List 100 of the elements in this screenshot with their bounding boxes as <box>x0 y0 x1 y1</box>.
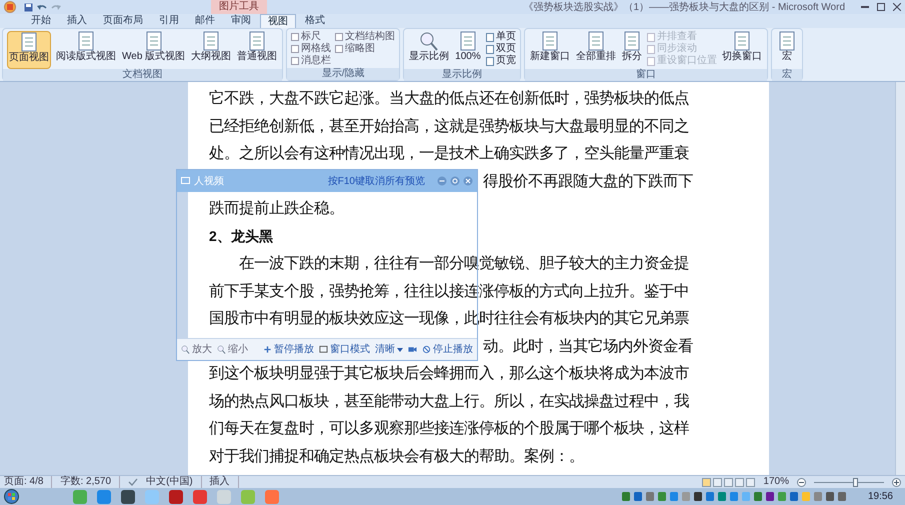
text-line: 得股价不再跟随大盘的下跌而下 <box>483 172 693 190</box>
text-line: 处。之所以会有这种情况出现，一是技术上确实跌多了，空头能量严重衰 <box>209 144 689 162</box>
group-label: 文档视图 <box>3 69 282 81</box>
toolbar-button[interactable]: 窗口模式 <box>319 342 370 357</box>
ribbon-tab[interactable]: 邮件 <box>188 14 222 28</box>
minimize-icon <box>437 176 447 186</box>
page-icon <box>540 31 560 51</box>
page-icon <box>732 31 752 51</box>
group-label: 显示比例 <box>404 69 520 81</box>
page-icon <box>586 31 606 51</box>
group-label: 显示/隐藏 <box>287 68 400 80</box>
screen-icon <box>181 177 190 185</box>
zoom-slider[interactable] <box>814 478 884 486</box>
stop-icon <box>422 345 431 354</box>
page-icon <box>622 31 642 51</box>
ribbon-button[interactable]: 大纲视图 <box>190 31 232 69</box>
ribbon-button[interactable]: 拆分 <box>620 31 643 69</box>
context-tab-label: 图片工具 <box>211 0 267 14</box>
checkbox-option[interactable]: 网格线 <box>291 43 332 55</box>
clock-time: 19:56 <box>868 490 893 504</box>
scrollbar[interactable] <box>895 82 905 475</box>
app-icon <box>145 490 159 504</box>
ribbon-button[interactable]: 新建窗口 <box>528 31 571 69</box>
text-line: 对于我们捕捉和确定热点板块会有极大的帮助。案例：。 <box>209 446 584 464</box>
ribbon-tab[interactable]: 视图 <box>260 14 296 28</box>
window-title: 《强势板块选股实战》（1）——强势板块与大盘的区别 - Microsoft Word <box>524 0 845 14</box>
toolbar-button[interactable]: 缩小 <box>217 342 248 357</box>
ribbon-button[interactable]: 显示比例 <box>408 31 450 69</box>
window-icon <box>319 345 328 354</box>
page-icon <box>776 31 797 51</box>
ribbon-button[interactable]: 阅读版式视图 <box>55 31 117 69</box>
close-icon <box>893 3 901 11</box>
ribbon-small-button[interactable]: 页宽 <box>486 55 516 67</box>
app-icon <box>193 490 207 504</box>
checkbox-option[interactable]: 标尺 <box>291 31 322 43</box>
magnifier-icon <box>181 345 190 354</box>
page-icon <box>247 31 268 51</box>
ribbon-button[interactable]: 普通视图 <box>236 31 278 69</box>
plus-icon <box>263 345 272 354</box>
toolbar-button[interactable]: 暂停播放 <box>263 342 314 357</box>
caret-icon <box>397 348 403 352</box>
ribbon-button[interactable]: 100% <box>454 31 482 69</box>
redo-icon <box>51 2 61 12</box>
app-icon <box>97 490 111 504</box>
restore-icon <box>877 3 885 11</box>
text-line: 已经拒绝创新低，甚至开始抬高，这就是强势板块与大盘最明显的不同之 <box>209 116 689 134</box>
group-label: 宏 <box>772 69 802 81</box>
text-line: 动。此时，当其它场内外资金看 <box>483 336 693 354</box>
ribbon-small-button[interactable]: 单页 <box>486 31 516 43</box>
text-line: 2、龙头黑 <box>209 228 273 244</box>
toolbar-button[interactable]: 放大 <box>181 342 212 357</box>
text-line: 们每天在复盘时，可以多观察那些接连涨停板的个股属于哪个板块，这样 <box>209 419 689 437</box>
text-line: 跌而提前止跌企稳。 <box>209 199 344 217</box>
checkbox-option[interactable]: 消息栏 <box>291 55 332 67</box>
ribbon-button[interactable]: 切换窗口 <box>720 31 763 69</box>
ribbon-tab[interactable]: 引用 <box>152 14 186 28</box>
checkbox-option[interactable]: 文档结构图 <box>335 31 396 43</box>
ribbon-tab[interactable]: 页面布局 <box>96 14 150 28</box>
page-icon <box>458 31 478 51</box>
toolbar-button[interactable]: 清晰 <box>375 342 403 357</box>
zoom-out-icon <box>797 478 806 486</box>
slider-thumb[interactable] <box>852 478 858 486</box>
office-logo-icon <box>4 1 16 13</box>
magnifier-icon <box>419 31 440 51</box>
app-icon <box>169 490 183 504</box>
ribbon-button[interactable]: 宏 <box>776 31 798 69</box>
toolbar-button[interactable]: 停止播放 <box>422 342 473 357</box>
zoom-level: 170% <box>763 476 789 488</box>
ribbon-tab[interactable]: 开始 <box>24 14 58 28</box>
page-icon <box>201 31 222 51</box>
text-line: 它不跌，大盘不跌它起涨。当大盘的低点还在创新低时，强势板块的低点 <box>209 89 689 107</box>
undo-icon <box>37 2 47 12</box>
app-icon <box>217 490 231 504</box>
ribbon-tab[interactable]: 审阅 <box>224 14 258 28</box>
ribbon-tab[interactable]: 格式 <box>298 14 332 28</box>
ribbon-button[interactable]: 全部重排 <box>574 31 617 69</box>
text-line: 到这个板块明显强于其它板块后会蜂拥而入，那么这个板块将成为本波市 <box>209 364 689 382</box>
page-icon <box>19 32 39 52</box>
save-icon <box>24 2 33 12</box>
app-icon <box>265 490 279 504</box>
proofing-check-icon <box>128 478 138 486</box>
magnifier-icon <box>217 345 226 354</box>
text-line: 国股市中有明显的板块效应这一现像，此时往往会有板块内的其它兄弟票 <box>209 309 689 327</box>
checkbox-option[interactable]: 缩略图 <box>335 43 376 55</box>
minimize-icon <box>861 6 869 8</box>
ribbon-button[interactable]: Web 版式视图 <box>121 31 186 69</box>
text-line: 在一波下跌的末期，往往有一部分嗅觉敏锐、胆子较大的主力资金提 <box>238 254 689 272</box>
toolbar-button[interactable] <box>408 345 417 354</box>
app-icon <box>73 490 87 504</box>
ribbon-button[interactable]: 页面视图 <box>7 31 51 69</box>
restore-icon <box>450 176 460 186</box>
popup-notice: 按F10键取消所有预览 <box>328 174 425 188</box>
close-icon <box>463 176 473 186</box>
zoom-in-icon <box>892 478 901 486</box>
ribbon-tab[interactable]: 插入 <box>60 14 94 28</box>
start-orb-icon <box>4 489 19 504</box>
popup-title: 人视频 <box>194 174 224 188</box>
page-icon <box>76 31 96 51</box>
text-line: 场的热点风口板块，甚至能带动大盘上行。所以，在实战操盘过程中，我 <box>209 392 689 410</box>
ribbon-small-button[interactable]: 双页 <box>486 43 516 55</box>
